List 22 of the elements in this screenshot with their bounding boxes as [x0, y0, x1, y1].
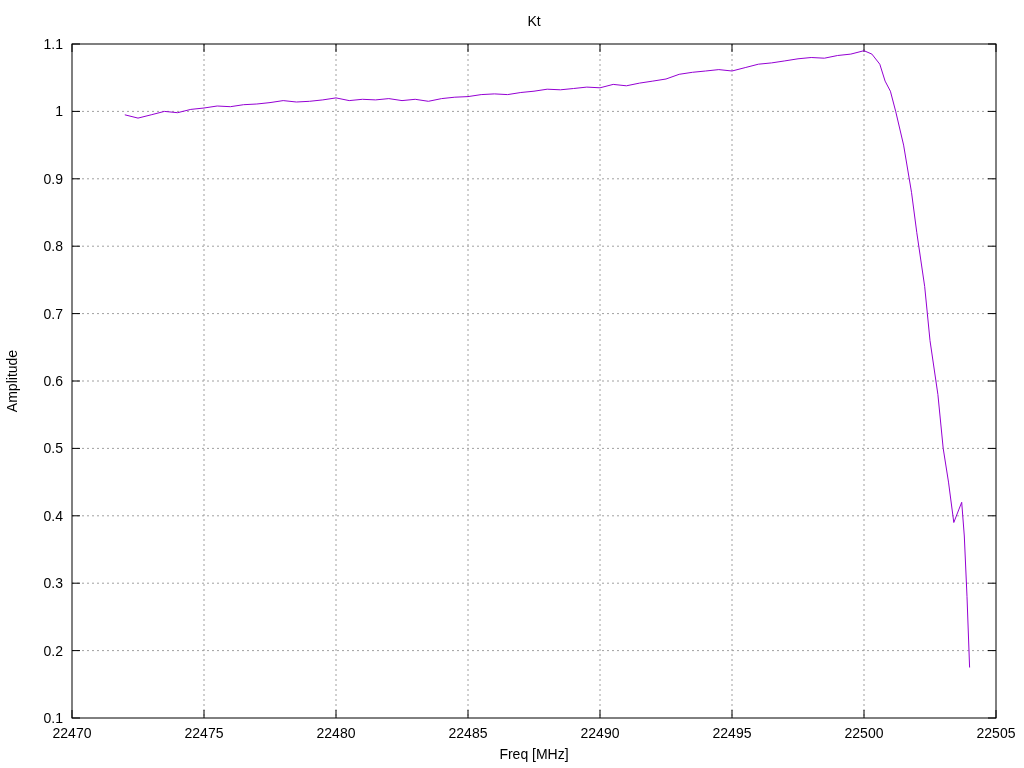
x-tick-label: 22490 — [580, 725, 620, 741]
x-tick-label: 22495 — [712, 725, 752, 741]
y-tick-label: 0.9 — [43, 170, 63, 187]
x-tick-label: 22505 — [976, 725, 1016, 741]
x-tick-label: 22470 — [52, 725, 92, 741]
x-tick-label: 22480 — [316, 725, 356, 741]
y-tick-label: 0.1 — [43, 710, 63, 726]
y-tick-label: 0.4 — [43, 507, 63, 524]
x-tick-label: 22475 — [184, 725, 224, 741]
x-tick-label: 22485 — [448, 725, 488, 741]
y-tick-label: 0.8 — [43, 238, 63, 255]
y-axis-label: Amplitude — [4, 349, 20, 413]
y-tick-label: 0.3 — [43, 575, 63, 592]
x-axis-label: Freq [MHz] — [499, 746, 569, 762]
x-tick-label: 22500 — [844, 725, 884, 741]
y-tick-label: 0.6 — [43, 373, 63, 389]
y-tick-label: 0.2 — [43, 642, 63, 659]
y-tick-label: 0.7 — [43, 305, 63, 322]
chart-title: Kt — [527, 13, 541, 29]
y-tick-label: 0.5 — [43, 440, 63, 457]
y-tick-label: 1 — [55, 103, 63, 120]
y-tick-label: 1.1 — [43, 36, 63, 52]
